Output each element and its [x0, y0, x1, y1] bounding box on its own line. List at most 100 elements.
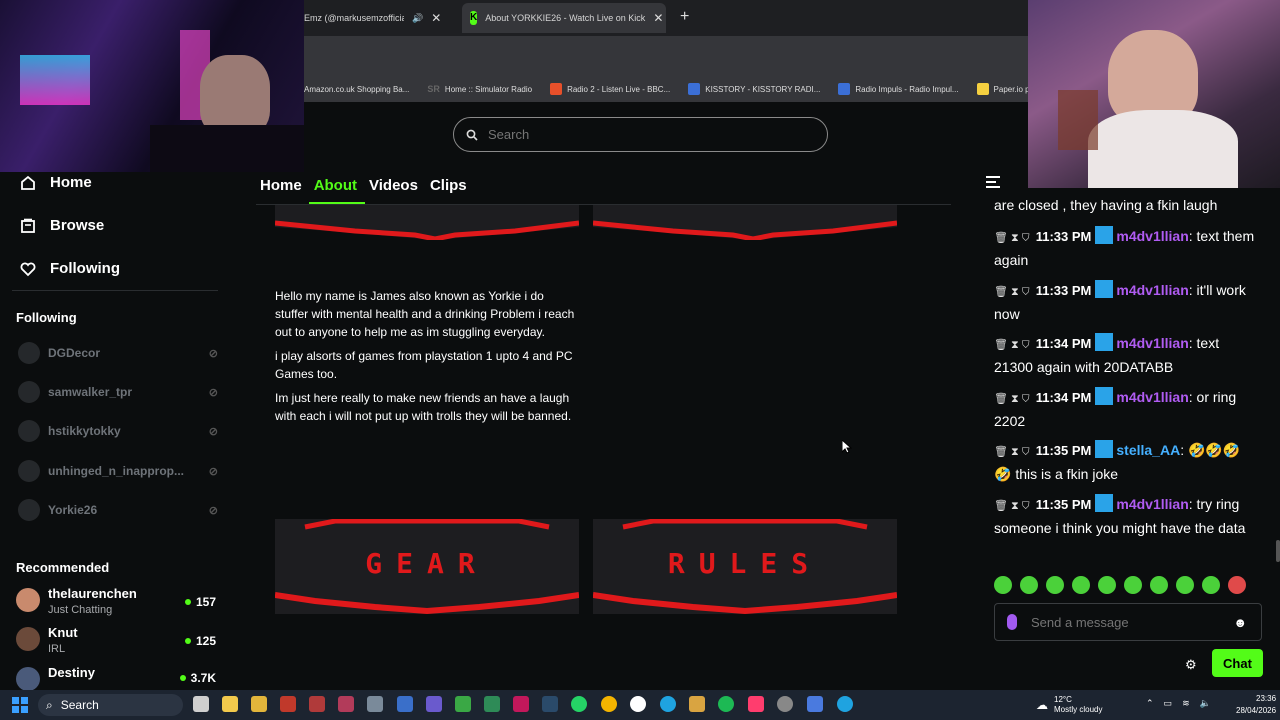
- app-icon[interactable]: [426, 696, 442, 712]
- bookmark-radio2[interactable]: Radio 2 - Listen Live - BBC...: [550, 83, 670, 95]
- collapse-chat-icon[interactable]: [986, 175, 1002, 189]
- chat-input-box[interactable]: ☻: [994, 603, 1262, 641]
- task-view-icon[interactable]: [193, 696, 209, 712]
- emote-icon[interactable]: [1228, 576, 1246, 594]
- send-chat-button[interactable]: Chat: [1212, 649, 1263, 677]
- user-badge-icon: [1095, 226, 1114, 244]
- chat-username[interactable]: m4dv1llian: [1116, 389, 1188, 405]
- viewer-count: 125: [184, 625, 216, 657]
- following-channel[interactable]: Yorkie26 ⊘: [18, 499, 218, 521]
- app-icon[interactable]: [338, 696, 354, 712]
- following-channel[interactable]: DGDecor ⊘: [18, 342, 218, 364]
- chevron-up-icon[interactable]: ⌃: [1146, 698, 1154, 709]
- chat-username[interactable]: m4dv1llian: [1116, 335, 1188, 351]
- avatar: [18, 381, 40, 403]
- bookmark-radio-impuls[interactable]: Radio Impuls - Radio Impul...: [838, 83, 959, 95]
- microphone-icon[interactable]: [1007, 614, 1017, 630]
- app-icon[interactable]: [513, 696, 529, 712]
- tiktok-icon[interactable]: [748, 696, 764, 712]
- speaker-icon[interactable]: 🔊: [412, 13, 423, 24]
- wifi-icon[interactable]: ≋: [1182, 698, 1190, 709]
- recommended-channel[interactable]: Destiny 3.7K: [16, 665, 216, 690]
- mod-tools-icon[interactable]: 🗑 ⧗ ⛉: [994, 446, 1030, 458]
- chat-scrollbar[interactable]: [1276, 540, 1280, 562]
- close-tab-icon[interactable]: ✕: [653, 11, 663, 25]
- panel-frame: [592, 205, 898, 242]
- sidebar-item-browse[interactable]: Browse: [20, 217, 104, 234]
- mod-tools-icon[interactable]: 🗑 ⧗ ⛉: [994, 393, 1030, 405]
- offline-icon: ⊘: [208, 347, 218, 360]
- bookmark-amazon[interactable]: Amazon.co.uk Shopping Ba...: [304, 85, 409, 94]
- chrome-active-icon[interactable]: [837, 696, 853, 712]
- bookmark-kisstory[interactable]: KISSTORY - KISSTORY RADI...: [688, 83, 820, 95]
- recommended-channel[interactable]: Knut IRL 125: [16, 625, 216, 657]
- avatar: [16, 588, 40, 612]
- chrome-icon[interactable]: [601, 696, 617, 712]
- tab-clips[interactable]: Clips: [430, 177, 467, 194]
- mod-tools-icon[interactable]: 🗑 ⧗ ⛉: [994, 500, 1030, 512]
- app-icon[interactable]: [309, 696, 325, 712]
- recommended-channel[interactable]: thelaurenchen Just Chatting 157: [16, 586, 216, 618]
- network-icon[interactable]: ▭: [1164, 698, 1173, 709]
- live-dot-icon: [184, 599, 191, 605]
- webcam-overlay-right: [1028, 0, 1280, 188]
- search-input[interactable]: [488, 127, 788, 142]
- volume-icon[interactable]: 🔈: [1200, 698, 1211, 709]
- mod-tools-icon[interactable]: 🗑 ⧗ ⛉: [994, 286, 1030, 298]
- app-icon[interactable]: [689, 696, 705, 712]
- following-channel[interactable]: hstikkytokky ⊘: [18, 420, 218, 442]
- taskbar-search[interactable]: ⌕ Search: [38, 694, 183, 716]
- chat-username[interactable]: m4dv1llian: [1116, 282, 1188, 298]
- windows-start-icon[interactable]: [12, 697, 28, 713]
- chat-username[interactable]: stella_AA: [1116, 442, 1180, 458]
- taskbar-clock[interactable]: 23:36 28/04/2026: [1236, 693, 1276, 717]
- close-tab-icon[interactable]: ✕: [431, 11, 441, 25]
- sidebar-item-following[interactable]: Following: [20, 260, 120, 277]
- app-icon[interactable]: [484, 696, 500, 712]
- following-channel[interactable]: samwalker_tpr ⊘: [18, 381, 218, 403]
- app-icon[interactable]: [455, 696, 471, 712]
- emote-icon[interactable]: [1020, 576, 1038, 594]
- spotify-icon[interactable]: [718, 696, 734, 712]
- chat-message-input[interactable]: [1031, 614, 1211, 630]
- app-icon[interactable]: [367, 696, 383, 712]
- new-tab-icon[interactable]: +: [680, 8, 689, 26]
- mod-tools-icon[interactable]: 🗑 ⧗ ⛉: [994, 232, 1030, 244]
- tab-home[interactable]: Home: [260, 177, 302, 194]
- emote-icon[interactable]: [1202, 576, 1220, 594]
- weather-widget[interactable]: ☁ 12°C Mostly cloudy: [1036, 690, 1102, 720]
- file-explorer-icon[interactable]: [222, 696, 238, 712]
- app-icon[interactable]: [280, 696, 296, 712]
- app-icon[interactable]: [251, 696, 267, 712]
- rules-title: RULES: [667, 547, 823, 580]
- chat-settings-gear-icon[interactable]: ⚙: [1185, 657, 1197, 673]
- emote-icon[interactable]: [1176, 576, 1194, 594]
- emote-icon[interactable]: [1150, 576, 1168, 594]
- emote-icon[interactable]: [1098, 576, 1116, 594]
- chat-username[interactable]: m4dv1llian: [1116, 496, 1188, 512]
- emote-icon[interactable]: [1046, 576, 1064, 594]
- whatsapp-icon[interactable]: [571, 696, 587, 712]
- emote-icon[interactable]: [994, 576, 1012, 594]
- edge-icon[interactable]: [660, 696, 676, 712]
- bookmark-simulator-radio[interactable]: SR Home :: Simulator Radio: [427, 84, 532, 94]
- emoji-icon[interactable]: ☻: [1233, 615, 1247, 630]
- app-icon[interactable]: [630, 696, 646, 712]
- app-icon[interactable]: [777, 696, 793, 712]
- gear-title: GEAR: [365, 547, 489, 580]
- search-box[interactable]: [453, 117, 828, 152]
- tab-about[interactable]: About: [314, 177, 357, 194]
- steam-icon[interactable]: [542, 696, 558, 712]
- browser-tab-emz[interactable]: Emz (@markusemzofficial) is 🔊 ✕: [296, 3, 456, 33]
- following-channel[interactable]: unhinged_n_inapprop... ⊘: [18, 460, 218, 482]
- browser-tab-kick[interactable]: K About YORKKIE26 - Watch Live on Kick ✕: [462, 3, 666, 33]
- app-icon[interactable]: [397, 696, 413, 712]
- app-icon[interactable]: [807, 696, 823, 712]
- emote-icon[interactable]: [1124, 576, 1142, 594]
- tab-videos[interactable]: Videos: [369, 177, 418, 194]
- emote-icon[interactable]: [1072, 576, 1090, 594]
- mod-tools-icon[interactable]: 🗑 ⧗ ⛉: [994, 339, 1030, 351]
- info-panel: [592, 205, 898, 242]
- chat-username[interactable]: m4dv1llian: [1116, 228, 1188, 244]
- sidebar-item-home[interactable]: Home: [20, 174, 92, 191]
